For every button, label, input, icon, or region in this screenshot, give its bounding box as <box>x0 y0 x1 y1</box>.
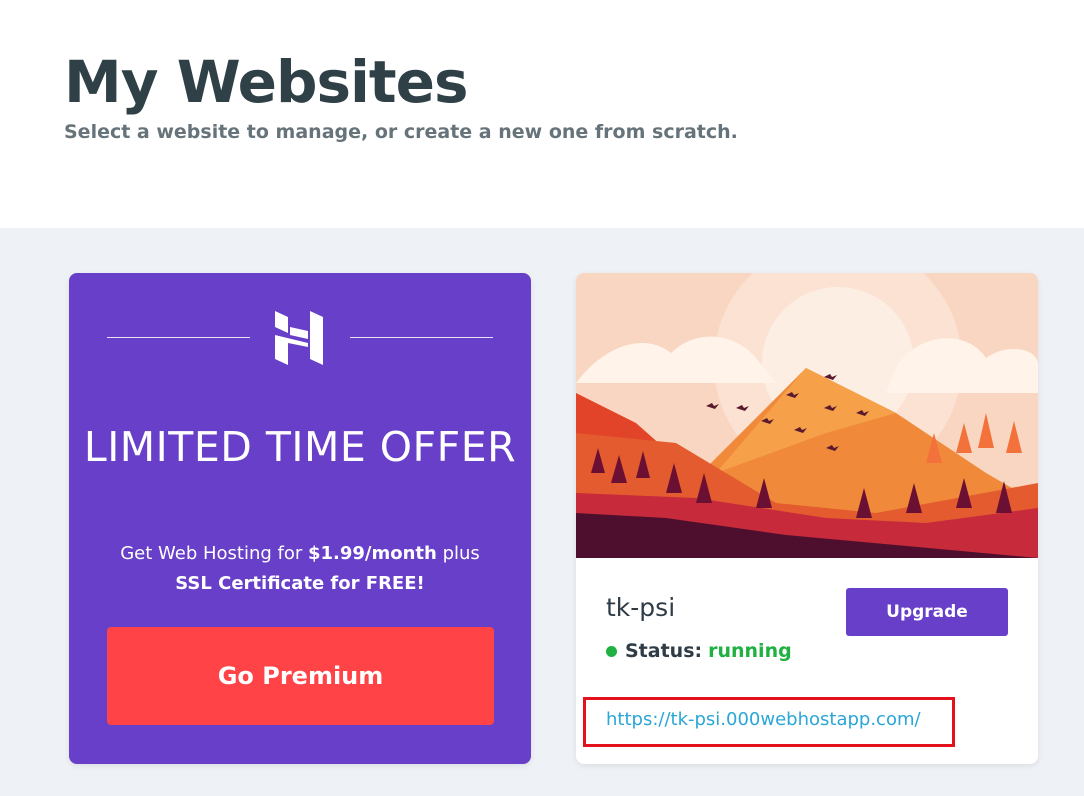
status-value: running <box>708 640 792 662</box>
promo-ssl-text: SSL Certificate for FREE! <box>175 573 425 594</box>
website-name[interactable]: tk-psi <box>606 593 675 623</box>
promo-desc-suffix: plus <box>436 543 480 564</box>
hostinger-logo-icon <box>275 311 323 365</box>
go-premium-button[interactable]: Go Premium <box>107 627 494 725</box>
promo-divider-right <box>350 337 493 338</box>
promo-desc-line2: SSL Certificate for FREE! <box>69 569 531 599</box>
promo-desc-prefix: Get Web Hosting for <box>120 543 308 564</box>
promo-description: Get Web Hosting for $1.99/month plus SSL… <box>69 539 531 599</box>
page-subtitle: Select a website to manage, or create a … <box>64 121 738 143</box>
promo-divider-left <box>107 337 250 338</box>
promo-price: $1.99/month <box>307 543 437 564</box>
promo-desc-line1: Get Web Hosting for $1.99/month plus <box>69 539 531 569</box>
website-status: Status: running <box>606 637 792 665</box>
website-card[interactable]: tk-psi Upgrade Status: running https://t… <box>576 273 1038 764</box>
websites-area: LIMITED TIME OFFER Get Web Hosting for $… <box>0 228 1084 796</box>
website-url-link[interactable]: https://tk-psi.000webhostapp.com/ <box>606 707 921 733</box>
mountain-landscape-thumbnail[interactable] <box>576 273 1038 558</box>
page-title: My Websites <box>64 48 468 116</box>
status-dot-icon <box>606 645 617 657</box>
promo-title: LIMITED TIME OFFER <box>83 423 517 471</box>
promo-card: LIMITED TIME OFFER Get Web Hosting for $… <box>69 273 531 764</box>
page-header: My Websites Select a website to manage, … <box>0 0 1084 228</box>
upgrade-button[interactable]: Upgrade <box>846 588 1008 636</box>
status-label: Status: <box>625 640 703 662</box>
